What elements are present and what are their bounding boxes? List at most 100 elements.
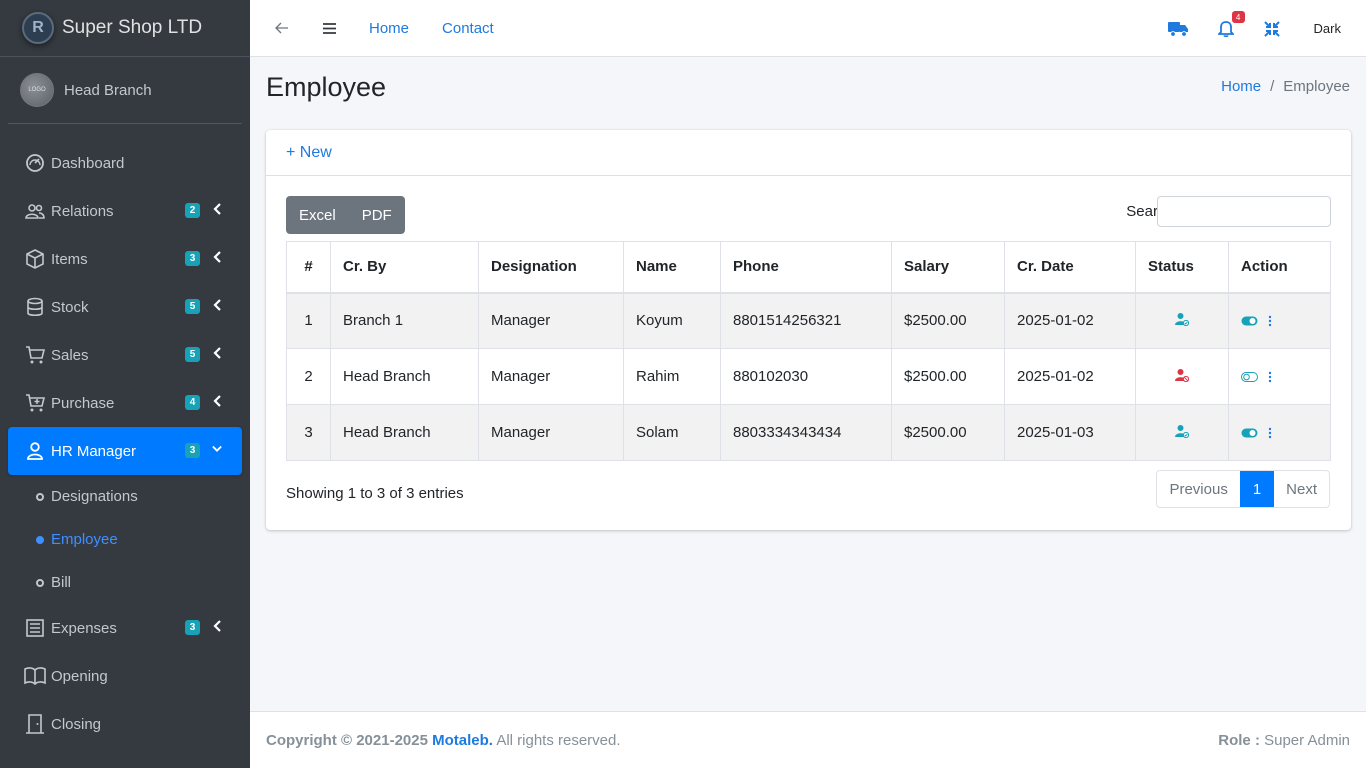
sidebar-item-relations[interactable]: Relations 2 <box>8 187 242 235</box>
sidebar-item-dashboard[interactable]: Dashboard <box>8 139 242 187</box>
sidebar-item-purchase[interactable]: Purchase 4 <box>8 379 242 427</box>
column-header[interactable]: Salary <box>891 241 1005 294</box>
cell-phone: 880102030 <box>720 348 892 405</box>
column-header[interactable]: Name <box>623 241 721 294</box>
toggle-on-icon[interactable] <box>1241 428 1258 438</box>
notifications-button[interactable]: 4 <box>1216 0 1245 57</box>
pdf-export-button[interactable]: PDF <box>349 196 405 234</box>
sidebar-subitem-bill[interactable]: Bill <box>8 561 242 604</box>
author-link[interactable]: Motaleb. <box>432 732 493 749</box>
more-vertical-icon[interactable] <box>1268 315 1272 327</box>
brand-name: Super Shop LTD <box>62 17 203 38</box>
column-header[interactable]: Phone <box>720 241 892 294</box>
list-icon <box>24 617 46 639</box>
chevron-left-icon <box>212 250 222 264</box>
sidebar-item-items[interactable]: Items 3 <box>8 235 242 283</box>
back-button[interactable] <box>250 0 314 57</box>
fullscreen-button[interactable] <box>1262 0 1282 57</box>
truck-icon <box>1168 21 1189 37</box>
cell-phone: 8801514256321 <box>720 292 892 349</box>
cell-no: 3 <box>286 404 331 461</box>
copyright-label: Copyright © 2021-2025 <box>266 731 428 749</box>
sidebar-item-hr-manager[interactable]: HR Manager 3 <box>8 427 242 475</box>
more-vertical-icon[interactable] <box>1268 371 1272 383</box>
excel-export-button[interactable]: Excel <box>286 196 349 234</box>
sidebar-subitem-designations[interactable]: Designations <box>8 475 242 518</box>
toggle-off-icon[interactable] <box>1241 371 1258 382</box>
pagination-next[interactable]: Next <box>1274 471 1329 507</box>
cell-phone: 8803334343434 <box>720 404 892 461</box>
brand[interactable]: R Super Shop LTD <box>0 0 250 57</box>
sidebar-nav: Dashboard Relations 2 Items 3 Stock 5 Sa… <box>0 139 250 748</box>
cell-date: 2025-01-03 <box>1004 404 1136 461</box>
pagination-page[interactable]: 1 <box>1239 471 1275 507</box>
column-header[interactable]: Cr. By <box>330 241 479 294</box>
new-employee-button[interactable]: + New <box>286 144 332 162</box>
card-header: + New <box>266 130 1351 176</box>
user-check-icon <box>1175 424 1190 438</box>
sidebar-item-label: Designations <box>51 488 138 505</box>
table-info: Showing 1 to 3 of 3 entries <box>286 485 464 502</box>
box-icon <box>24 248 46 270</box>
truck-button[interactable] <box>1168 0 1190 57</box>
employee-card: + New Excel PDF Search: # Cr. By Designa… <box>266 130 1351 530</box>
cell-designation: Manager <box>478 404 624 461</box>
circle-icon <box>36 535 44 544</box>
count-badge: 3 <box>185 620 200 635</box>
sidebar-item-closing[interactable]: Closing <box>8 700 242 748</box>
toggle-on-icon[interactable] <box>1241 316 1258 326</box>
column-header[interactable]: Cr. Date <box>1004 241 1136 294</box>
more-vertical-icon[interactable] <box>1268 427 1272 439</box>
sidebar-item-label: Stock <box>51 298 89 316</box>
sidebar-item-stock[interactable]: Stock 5 <box>8 283 242 331</box>
circle-icon <box>36 492 44 501</box>
cell-designation: Manager <box>478 292 624 349</box>
chevron-left-icon <box>212 298 222 312</box>
menu-toggle-button[interactable] <box>314 0 344 57</box>
user-check-icon <box>1175 312 1190 326</box>
column-header[interactable]: # <box>286 241 331 294</box>
sidebar-item-label: Opening <box>51 667 108 685</box>
breadcrumb-separator: / <box>1270 78 1275 95</box>
cell-action <box>1228 348 1331 405</box>
nav-contact-link[interactable]: Contact <box>442 20 494 37</box>
sidebar-item-label: Sales <box>51 346 89 364</box>
database-icon <box>24 296 46 318</box>
cell-designation: Manager <box>478 348 624 405</box>
cell-status <box>1135 348 1229 405</box>
sidebar-item-sales[interactable]: Sales 5 <box>8 331 242 379</box>
theme-toggle[interactable]: Dark <box>1314 21 1341 36</box>
cell-status <box>1135 292 1229 349</box>
user-panel[interactable]: LOGO Head Branch <box>8 57 242 124</box>
circle-icon <box>36 578 44 587</box>
column-header[interactable]: Status <box>1135 241 1229 294</box>
sidebar-item-opening[interactable]: Opening <box>8 652 242 700</box>
sidebar-item-label: Purchase <box>51 394 115 412</box>
cell-name: Rahim <box>623 348 721 405</box>
role-value: Super Admin <box>1264 731 1350 749</box>
sidebar-subitem-employee[interactable]: Employee <box>8 518 242 561</box>
sidebar-item-label: Expenses <box>51 619 117 637</box>
breadcrumb-home-link[interactable]: Home <box>1221 78 1261 95</box>
table-row: 1 Branch 1 Manager Koyum 8801514256321 $… <box>286 292 1331 349</box>
column-header[interactable]: Designation <box>478 241 624 294</box>
nav-home-link[interactable]: Home <box>369 20 409 37</box>
user-name: Head Branch <box>64 81 152 99</box>
bell-icon <box>1217 21 1234 37</box>
sidebar-item-expenses[interactable]: Expenses 3 <box>8 604 242 652</box>
cell-date: 2025-01-02 <box>1004 348 1136 405</box>
copyright-text: Copyright © 2021-2025 Motaleb. All right… <box>266 732 621 749</box>
column-header[interactable]: Action <box>1228 241 1331 294</box>
count-badge: 5 <box>185 299 200 314</box>
search-input[interactable] <box>1157 196 1331 227</box>
chevron-left-icon <box>212 202 222 216</box>
table-header-row: # Cr. By Designation Name Phone Salary C… <box>286 241 1331 294</box>
avatar: LOGO <box>20 73 54 107</box>
cell-status <box>1135 404 1229 461</box>
sidebar-item-label: Closing <box>51 715 102 733</box>
rights-text: All rights reserved. <box>496 731 621 749</box>
count-badge: 3 <box>185 443 200 458</box>
table-row: 2 Head Branch Manager Rahim 880102030 $2… <box>286 348 1331 405</box>
pagination-previous[interactable]: Previous <box>1157 471 1239 507</box>
door-icon <box>24 713 46 735</box>
